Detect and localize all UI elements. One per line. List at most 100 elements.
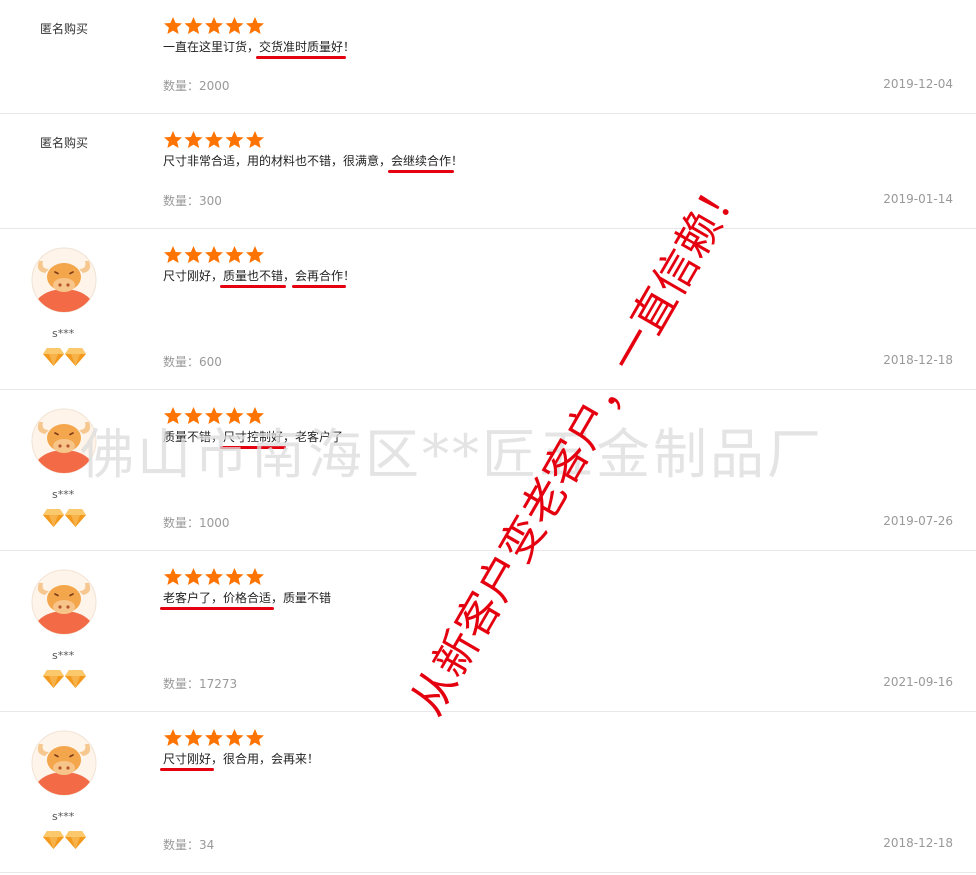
diamond-icon xyxy=(65,831,86,849)
order-quantity: 数量：2000 xyxy=(163,79,230,93)
review-item: s*** 质量不错，尺寸控制好，老客户了 数量：1000 2019-07-26 xyxy=(0,390,976,551)
comment-highlight: 尺寸控制好 xyxy=(223,430,284,444)
review-date: 2018-12-18 xyxy=(883,353,953,367)
comment-text: ，质量不错 xyxy=(271,591,332,605)
comment-text: ！ xyxy=(343,40,356,54)
comment-text: 尺寸非常合适，用的材料也不错，很满意， xyxy=(163,154,392,168)
buyer-avatar xyxy=(31,408,97,474)
star-icon xyxy=(184,729,203,746)
buyer-nickname: s*** xyxy=(52,327,75,340)
buyer-avatar xyxy=(31,730,97,796)
review-item: s*** 尺寸刚好，质量也不错，会再合作！ 数量：600 2018-12-18 xyxy=(0,229,976,390)
buyer-nickname: s*** xyxy=(52,649,75,662)
comment-text: ， xyxy=(283,269,296,283)
star-icon xyxy=(205,729,223,746)
review-comment: 质量不错，尺寸控制好，老客户了 xyxy=(163,428,343,445)
review-comment: 尺寸非常合适，用的材料也不错，很满意，会继续合作！ xyxy=(163,152,463,169)
star-icon xyxy=(246,729,264,746)
star-icon xyxy=(164,246,182,263)
diamond-icon xyxy=(65,670,86,688)
star-icon xyxy=(246,17,264,34)
review-comment: 一直在这里订货，交货准时质量好！ xyxy=(163,38,355,55)
star-icon xyxy=(205,568,223,585)
star-icon xyxy=(184,131,203,148)
star-icon xyxy=(164,131,182,148)
comment-text: 尺寸刚好， xyxy=(163,269,224,283)
review-date: 2021-09-16 xyxy=(883,675,953,689)
star-rating xyxy=(163,130,265,150)
buyer-level-badge xyxy=(43,508,87,528)
order-quantity: 数量：600 xyxy=(163,355,222,369)
star-rating xyxy=(163,728,265,748)
comment-highlight: 交货准时质量好 xyxy=(259,40,344,54)
star-icon xyxy=(246,407,264,424)
review-date: 2018-12-18 xyxy=(883,836,953,850)
star-icon xyxy=(184,407,203,424)
review-comment: 尺寸刚好，质量也不错，会再合作！ xyxy=(163,267,355,284)
review-item: s*** 尺寸刚好，很合用，会再来！ 数量：34 2018-12-18 xyxy=(0,712,976,873)
star-icon xyxy=(164,407,182,424)
star-icon xyxy=(205,246,223,263)
star-icon xyxy=(205,17,223,34)
star-rating xyxy=(163,245,265,265)
diamond-icon xyxy=(43,670,64,688)
diamond-icon xyxy=(65,509,86,527)
review-item: s*** 老客户了，价格合适，质量不错 数量：17273 2021-09-16 xyxy=(0,551,976,712)
order-quantity: 数量：34 xyxy=(163,838,215,852)
star-icon xyxy=(225,17,244,34)
star-rating xyxy=(163,406,265,426)
anonymous-buyer-label: 匿名购买 xyxy=(40,22,89,36)
review-date: 2019-07-26 xyxy=(883,514,953,528)
star-icon xyxy=(164,568,182,585)
star-icon xyxy=(205,407,223,424)
comment-text: ，老客户了 xyxy=(283,430,344,444)
review-comment: 尺寸刚好，很合用，会再来！ xyxy=(163,750,319,767)
star-icon xyxy=(164,729,182,746)
buyer-nickname: s*** xyxy=(52,810,75,823)
star-icon xyxy=(184,568,203,585)
star-icon xyxy=(205,131,223,148)
star-rating xyxy=(163,16,265,36)
review-item: 匿名购买一直在这里订货，交货准时质量好！ 数量：2000 2019-12-04 xyxy=(0,0,976,114)
comment-highlight: 老客户了，价格合适 xyxy=(163,591,272,605)
buyer-avatar xyxy=(31,569,97,635)
comment-highlight: 会再合作 xyxy=(295,269,344,283)
comment-highlight: 质量也不错 xyxy=(223,269,284,283)
star-icon xyxy=(225,246,244,263)
comment-highlight: 会继续合作 xyxy=(391,154,452,168)
star-icon xyxy=(246,568,264,585)
diamond-icon xyxy=(43,831,64,849)
buyer-avatar xyxy=(31,247,97,313)
buyer-nickname: s*** xyxy=(52,488,75,501)
review-date: 2019-12-04 xyxy=(883,77,953,91)
star-icon xyxy=(225,407,244,424)
buyer-level-badge xyxy=(43,669,87,689)
review-date: 2019-01-14 xyxy=(883,192,953,206)
star-icon xyxy=(184,246,203,263)
anonymous-buyer-label: 匿名购买 xyxy=(40,136,89,150)
buyer-level-badge xyxy=(43,830,87,850)
star-icon xyxy=(246,246,264,263)
comment-text: ，很合用，会再来！ xyxy=(211,752,320,766)
star-icon xyxy=(164,17,182,34)
comment-highlight: 尺寸刚好 xyxy=(163,752,212,766)
review-item: 匿名购买尺寸非常合适，用的材料也不错，很满意，会继续合作！ 数量：300 2019-… xyxy=(0,114,976,229)
star-icon xyxy=(225,131,244,148)
order-quantity: 数量：17273 xyxy=(163,677,238,691)
star-icon xyxy=(225,729,244,746)
buyer-level-badge xyxy=(43,347,87,367)
diamond-icon xyxy=(43,509,64,527)
order-quantity: 数量：1000 xyxy=(163,516,230,530)
star-icon xyxy=(225,568,244,585)
comment-text: 一直在这里订货， xyxy=(163,40,260,54)
review-comment: 老客户了，价格合适，质量不错 xyxy=(163,589,331,606)
diamond-icon xyxy=(43,348,64,366)
comment-text: ！ xyxy=(343,269,356,283)
diamond-icon xyxy=(65,348,86,366)
star-icon xyxy=(246,131,264,148)
star-rating xyxy=(163,567,265,587)
order-quantity: 数量：300 xyxy=(163,194,222,208)
comment-text: 质量不错， xyxy=(163,430,224,444)
star-icon xyxy=(184,17,203,34)
comment-text: ！ xyxy=(451,154,464,168)
